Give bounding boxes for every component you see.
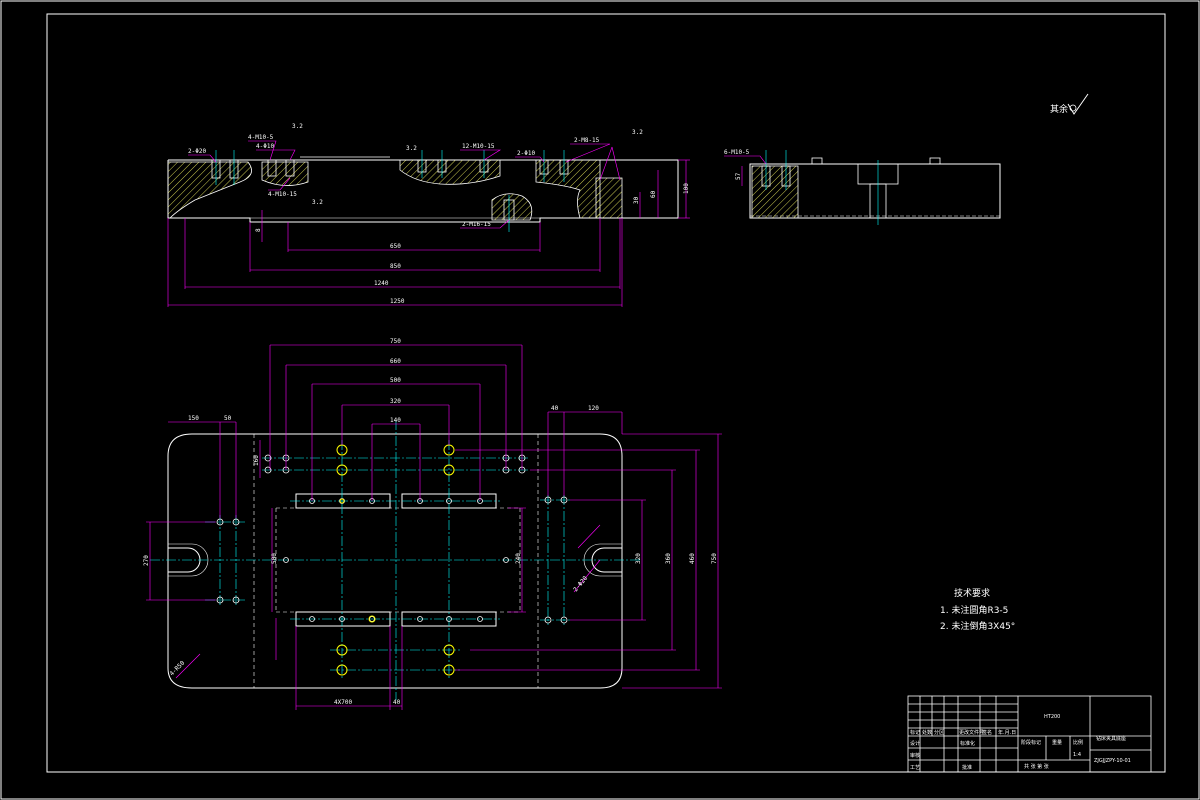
callout-4-m10-15: 4-M10-15 bbox=[268, 191, 297, 198]
dim-500: 500 bbox=[390, 377, 401, 384]
front-horizontal-dims: 650 850 1240 1250 bbox=[374, 243, 405, 305]
callout-2-m16-15: 2-M16-15 bbox=[462, 221, 491, 228]
tb-row-design: 设计 bbox=[910, 740, 920, 747]
side-dim-57: 57 bbox=[735, 172, 742, 180]
callout-2-phi20: 2-Φ20 bbox=[188, 148, 206, 155]
callout-4-r50: 4-R50 bbox=[168, 659, 186, 677]
tech-req-item-1: 1. 未注圆角R3-5 bbox=[940, 604, 1008, 616]
dim-360: 360 bbox=[665, 553, 672, 564]
top-view-bottom-dims: 4X700 40 4-R50 2-Φ20 bbox=[168, 575, 589, 706]
sheet-outer-border bbox=[0, 0, 1200, 800]
callout-2-phi20-top: 2-Φ20 bbox=[572, 575, 589, 594]
tb-scale: 1:4 bbox=[1073, 752, 1081, 758]
dim-140: 140 bbox=[390, 417, 401, 424]
tb-header-zone: 分区 bbox=[934, 729, 944, 736]
dim-500-left: 500 bbox=[271, 553, 278, 564]
roughness-3-2-c: 3.2 bbox=[632, 129, 643, 136]
dim-150: 150 bbox=[188, 415, 199, 422]
dim-60: 60 bbox=[650, 190, 657, 198]
dim-320-top: 320 bbox=[390, 398, 401, 405]
mounting-holes bbox=[216, 454, 568, 624]
dim-650: 650 bbox=[390, 243, 401, 250]
tb-approve: 批准 bbox=[962, 764, 972, 771]
slot-section-hatch bbox=[491, 193, 533, 221]
dim-8: 8 bbox=[255, 228, 262, 232]
tb-row-process: 工艺 bbox=[910, 765, 920, 771]
dim-40: 40 bbox=[551, 405, 559, 412]
title-block-text: HT200 钻床夹具底座 ZJGJJZPY-10-01 标记 处数 分区 更改文… bbox=[910, 714, 1131, 771]
tb-header-sign: 签名 bbox=[982, 729, 992, 736]
dim-100: 100 bbox=[683, 183, 690, 194]
roughness-3-2-a: 3.2 bbox=[292, 123, 303, 130]
callout-4-phi10: 4-Φ10 bbox=[256, 143, 274, 150]
dim-4x700: 4X700 bbox=[334, 699, 352, 706]
dim-660: 660 bbox=[390, 358, 401, 365]
sheet-inner-border bbox=[46, 13, 1166, 773]
side-view: 6-M10-5 57 bbox=[724, 149, 1001, 225]
dim-850: 850 bbox=[390, 263, 401, 270]
top-view-left-dims: 270 160 500 bbox=[143, 455, 278, 566]
dim-1250: 1250 bbox=[390, 298, 405, 305]
tb-sheet: 共 张 第 张 bbox=[1024, 763, 1049, 770]
tb-header-mark: 标记 bbox=[910, 729, 920, 736]
part-name: 钻床夹具底座 bbox=[1096, 735, 1126, 742]
tb-row-review: 审核 bbox=[910, 752, 920, 759]
left-section-hatch bbox=[167, 161, 252, 219]
front-view: 650 850 1240 1250 100 60 30 8 2-Φ20 4-Φ1… bbox=[167, 123, 690, 307]
top-view: 750 660 500 320 140 150 50 40 120 240 32… bbox=[143, 338, 722, 710]
dim-40-bottom: 40 bbox=[393, 699, 401, 706]
roughness-3-2-b: 3.2 bbox=[406, 145, 417, 152]
dim-1240: 1240 bbox=[374, 280, 389, 287]
dim-30: 30 bbox=[633, 196, 640, 204]
tech-req-item-2: 2. 未注倒角3X45° bbox=[940, 620, 1015, 632]
drawing-number: ZJGJJZPY-10-01 bbox=[1094, 758, 1131, 764]
tb-header-date: 年.月.日 bbox=[998, 729, 1016, 736]
tb-header-count: 处数 bbox=[922, 729, 932, 736]
dim-240: 240 bbox=[515, 553, 522, 564]
tb-header-change: 更改文件号 bbox=[959, 729, 984, 736]
right-step-hatch bbox=[595, 177, 623, 219]
dim-270: 270 bbox=[143, 555, 150, 566]
side-callout-6-m10-5: 6-M10-5 bbox=[724, 149, 750, 156]
dim-160: 160 bbox=[253, 455, 260, 466]
dim-750-right: 750 bbox=[711, 553, 718, 564]
callout-2-phi10: 2-Φ10 bbox=[517, 150, 535, 157]
tb-scale-label: 比例 bbox=[1073, 739, 1083, 746]
dim-460: 460 bbox=[689, 553, 696, 564]
tech-req-title: 技术要求 bbox=[954, 587, 990, 599]
callout-4-m10-5: 4-M10-5 bbox=[248, 134, 274, 141]
roughness-label: 其余 bbox=[1050, 103, 1068, 115]
cad-drawing: 其余 650 850 1240 1250 100 60 30 8 2-Φ20 4… bbox=[0, 0, 1200, 800]
top-view-right-dims: 240 320 360 460 750 bbox=[515, 553, 718, 564]
roughness-3-2-d: 3.2 bbox=[312, 199, 323, 206]
callout-2-m8-15: 2-M8-15 bbox=[574, 137, 600, 144]
material: HT200 bbox=[1044, 714, 1060, 720]
technical-requirements: 技术要求 1. 未注圆角R3-5 2. 未注倒角3X45° bbox=[940, 587, 1015, 632]
dim-320-right: 320 bbox=[635, 553, 642, 564]
side-section-hatch bbox=[751, 165, 799, 219]
mid-left-section-hatch bbox=[261, 161, 309, 186]
callout-12-m10-15: 12-M10-15 bbox=[462, 143, 495, 150]
tb-weight: 重量 bbox=[1052, 739, 1062, 746]
dim-750-top: 750 bbox=[390, 338, 401, 345]
top-view-top-dims: 750 660 500 320 140 150 50 40 120 bbox=[188, 338, 599, 424]
dim-50: 50 bbox=[224, 415, 232, 422]
roughness-symbol: 其余 bbox=[1050, 93, 1089, 115]
dim-120: 120 bbox=[588, 405, 599, 412]
tb-std: 标准化 bbox=[960, 740, 975, 747]
tb-stage: 阶段标记 bbox=[1021, 739, 1041, 746]
